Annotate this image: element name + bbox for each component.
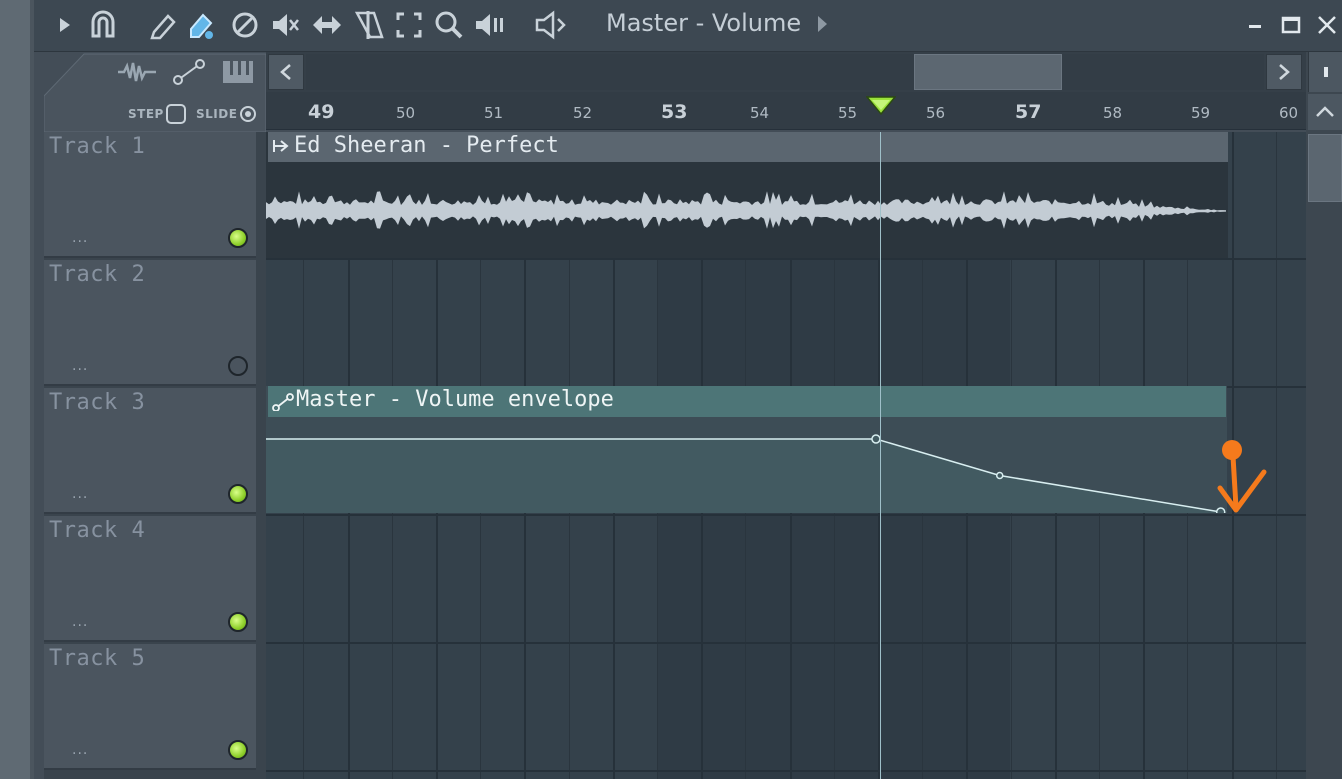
- chevron-right-icon: [1279, 64, 1290, 80]
- track-header[interactable]: Track 4 ...: [44, 516, 256, 642]
- playback-icon[interactable]: [474, 8, 508, 42]
- scroll-menu-button[interactable]: [1308, 52, 1342, 92]
- toolbar: Master - Volume: [34, 0, 1342, 52]
- playhead-marker-icon[interactable]: [865, 96, 897, 120]
- scroll-thumb[interactable]: [914, 54, 1062, 90]
- speaker-icon[interactable]: [534, 8, 568, 42]
- track-menu-dots[interactable]: ...: [72, 230, 88, 246]
- ruler-number: 50: [396, 104, 416, 122]
- background-strip: [0, 0, 34, 779]
- scroll-up-button[interactable]: [1308, 94, 1342, 130]
- track-name: Track 4: [49, 518, 146, 543]
- clip-title-bar[interactable]: Ed Sheeran - Perfect: [268, 132, 1228, 162]
- ruler-number: 58: [1103, 104, 1123, 122]
- audio-clip-icon: [272, 138, 290, 158]
- annotation-arrow-icon: [1212, 436, 1272, 520]
- track-header[interactable]: Track 3 ...: [44, 388, 256, 514]
- magnet-icon[interactable]: [86, 8, 120, 42]
- scroll-left-button[interactable]: [268, 54, 304, 90]
- chevron-left-icon: [280, 64, 291, 80]
- track-enable-led[interactable]: [228, 612, 248, 632]
- close-icon[interactable]: [1310, 8, 1342, 42]
- track-name: Track 2: [49, 262, 146, 287]
- track-header[interactable]: Track 2 ...: [44, 260, 256, 386]
- ruler-number: 52: [573, 104, 593, 122]
- envelope-clip[interactable]: Master - Volume envelope: [266, 386, 1227, 513]
- track-name: Track 1: [49, 134, 146, 159]
- slide-label: SLIDE: [196, 107, 238, 121]
- vertical-scroll-thumb[interactable]: [1308, 134, 1342, 202]
- envelope-point[interactable]: [995, 471, 1004, 480]
- step-toggle[interactable]: [166, 104, 186, 124]
- track-enable-led[interactable]: [228, 228, 248, 248]
- paint-brush-icon[interactable]: [184, 8, 218, 42]
- row-divider: [266, 770, 1306, 772]
- track-name: Track 3: [49, 390, 146, 415]
- maximize-icon[interactable]: [1274, 8, 1308, 42]
- audio-clip[interactable]: Ed Sheeran - Perfect: [266, 132, 1228, 258]
- track-header[interactable]: Track 1 ...: [44, 132, 256, 258]
- waveform-shape: [266, 191, 1226, 229]
- minimize-icon[interactable]: [1238, 8, 1272, 42]
- clip-title: Master - Volume envelope: [296, 387, 614, 412]
- waveform: [266, 191, 1226, 229]
- row-divider: [266, 258, 1306, 260]
- window-title: Master - Volume: [606, 9, 802, 37]
- delete-icon[interactable]: [228, 8, 262, 42]
- envelope-fill: [266, 439, 1221, 513]
- envelope-point[interactable]: [871, 434, 881, 444]
- ruler-number: 49: [308, 101, 335, 123]
- scroll-track[interactable]: [306, 54, 1264, 90]
- automation-clip-icon: [272, 393, 294, 415]
- row-divider: [266, 514, 1306, 516]
- clip-title-bar[interactable]: Master - Volume envelope: [268, 386, 1226, 417]
- playlist-window: Master - Volume STEP SLIDE 49 50 51 52 5…: [0, 0, 1342, 779]
- chevron-up-icon: [1316, 106, 1334, 117]
- mute-icon[interactable]: [268, 8, 302, 42]
- track-enable-led[interactable]: [228, 356, 248, 376]
- pencil-icon[interactable]: [146, 8, 180, 42]
- step-label: STEP: [128, 107, 164, 121]
- track-menu-dots[interactable]: ...: [72, 614, 88, 630]
- track-header[interactable]: Track 5 ...: [44, 644, 256, 770]
- ruler-number: 57: [1015, 101, 1042, 123]
- row-divider: [266, 642, 1306, 644]
- ruler-number: 51: [484, 104, 504, 122]
- clip-title: Ed Sheeran - Perfect: [294, 133, 559, 158]
- ruler-number: 60: [1279, 104, 1299, 122]
- track-name: Track 5: [49, 646, 146, 671]
- envelope-curve[interactable]: [266, 417, 1227, 513]
- track-list: Track 1 ... Track 2 ... Track 3 ... Trac…: [44, 132, 266, 779]
- select-icon[interactable]: [392, 8, 426, 42]
- ruler-number: 59: [1191, 104, 1211, 122]
- ruler-number: 53: [661, 101, 688, 123]
- slice-icon[interactable]: [352, 8, 386, 42]
- timeline-ruler[interactable]: 49 50 51 52 53 54 55 56 57 58 59 60: [266, 92, 1306, 130]
- ruler-number: 55: [838, 104, 858, 122]
- ruler-number: 56: [926, 104, 946, 122]
- track-menu-dots[interactable]: ...: [72, 486, 88, 502]
- track-menu-dots[interactable]: ...: [72, 742, 88, 758]
- ruler-number: 54: [750, 104, 770, 122]
- track-enable-led[interactable]: [228, 740, 248, 760]
- track-enable-led[interactable]: [228, 484, 248, 504]
- zoom-icon[interactable]: [432, 8, 466, 42]
- play-icon[interactable]: [48, 8, 82, 42]
- triangle-right-icon[interactable]: [818, 16, 827, 32]
- track-menu-dots[interactable]: ...: [72, 358, 88, 374]
- slide-radio[interactable]: [240, 106, 256, 122]
- playhead-line: [880, 132, 881, 779]
- grid-line: [1275, 132, 1277, 779]
- slip-icon[interactable]: [310, 8, 344, 42]
- scroll-right-button[interactable]: [1266, 54, 1302, 90]
- panel-header: STEP SLIDE: [44, 52, 266, 132]
